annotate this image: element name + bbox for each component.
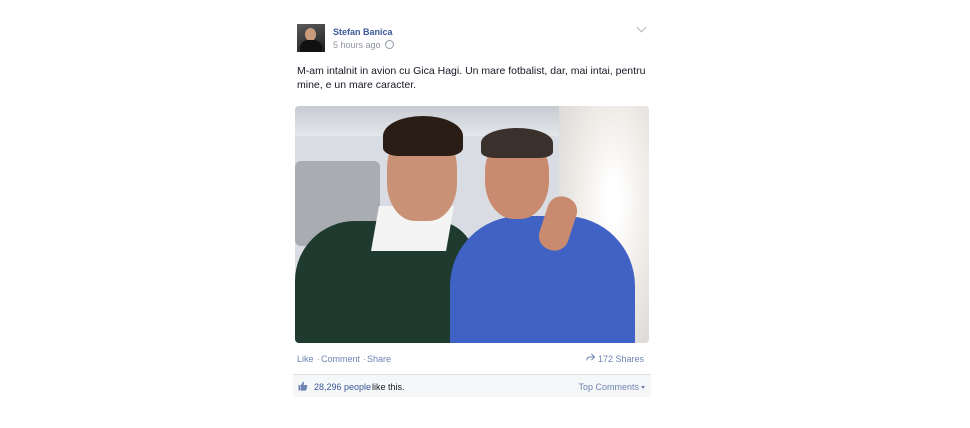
avatar[interactable] <box>297 24 325 52</box>
photo-person-left-hair <box>383 116 463 156</box>
action-bar: Like · Comment · Share 172 Shares <box>293 348 651 370</box>
separator-dot: · <box>363 354 366 364</box>
post-card: Stefan Banica 5 hours ago M-am intalnit … <box>293 18 651 397</box>
post-header: Stefan Banica 5 hours ago <box>293 18 651 58</box>
shares-count-link[interactable]: 172 Shares <box>598 354 644 364</box>
post-meta: 5 hours ago <box>333 40 395 50</box>
share-arrow-icon <box>586 353 595 361</box>
thumbs-up-icon <box>298 381 308 391</box>
share-link[interactable]: Share <box>367 354 391 364</box>
chevron-down-icon[interactable] <box>636 22 647 33</box>
separator-dot: · <box>317 354 320 364</box>
top-comments-dropdown[interactable]: Top Comments <box>578 382 645 392</box>
post-timestamp[interactable]: 5 hours ago <box>333 40 381 50</box>
top-comments-label: Top Comments <box>578 382 639 392</box>
post-text: M-am intalnit in avion cu Gica Hagi. Un … <box>297 65 646 91</box>
author-name[interactable]: Stefan Banica <box>333 27 393 37</box>
avatar-suit <box>300 40 322 52</box>
likes-count-link[interactable]: 28,296 people <box>314 382 371 392</box>
caret-down-icon <box>641 386 645 389</box>
like-link[interactable]: Like <box>297 354 314 364</box>
comment-link[interactable]: Comment <box>321 354 360 364</box>
likes-bar: 28,296 people like this. Top Comments <box>293 374 651 397</box>
post-photo[interactable] <box>295 106 649 343</box>
photo-person-right-hair <box>481 128 553 158</box>
likes-suffix: like this. <box>372 382 405 392</box>
globe-icon <box>385 40 395 49</box>
